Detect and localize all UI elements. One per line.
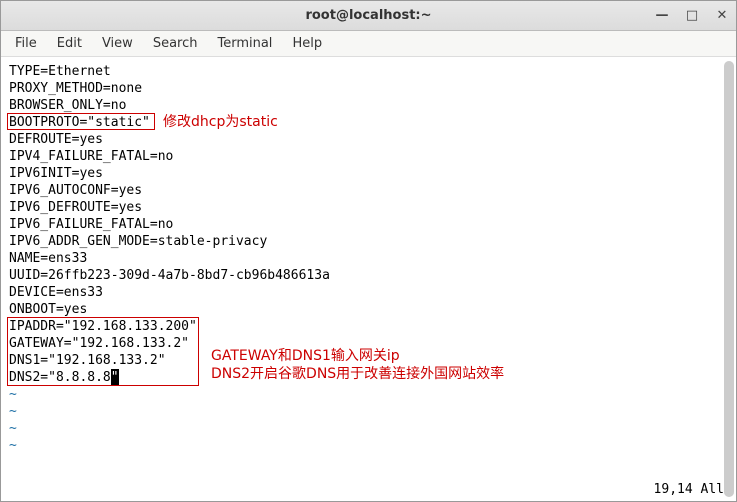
config-line: PROXY_METHOD=none bbox=[9, 81, 142, 96]
window-title: root@localhost:~ bbox=[1, 8, 736, 23]
window-controls: — □ ✕ bbox=[654, 8, 730, 24]
scroll-indicator: All bbox=[701, 482, 724, 497]
menu-file[interactable]: File bbox=[7, 33, 45, 54]
maximize-button[interactable]: □ bbox=[684, 8, 700, 24]
config-line: DEFROUTE=yes bbox=[9, 132, 103, 147]
config-line: IPV6_FAILURE_FATAL=no bbox=[9, 217, 173, 232]
menu-terminal[interactable]: Terminal bbox=[209, 33, 280, 54]
vim-status-line: 19,14 All bbox=[654, 482, 724, 497]
menu-help[interactable]: Help bbox=[284, 33, 330, 54]
scrollbar[interactable] bbox=[724, 61, 734, 497]
vim-tilde: ~ bbox=[9, 387, 17, 402]
config-line: IPV6INIT=yes bbox=[9, 166, 103, 181]
vim-tilde: ~ bbox=[9, 404, 17, 419]
menu-search[interactable]: Search bbox=[145, 33, 206, 54]
menu-bar: File Edit View Search Terminal Help bbox=[1, 31, 736, 57]
config-line: DEVICE=ens33 bbox=[9, 285, 103, 300]
vim-tilde: ~ bbox=[9, 421, 17, 436]
config-line-dns1: DNS1="192.168.133.2" bbox=[9, 353, 166, 368]
menu-edit[interactable]: Edit bbox=[49, 33, 90, 54]
config-line: IPV6_ADDR_GEN_MODE=stable-privacy bbox=[9, 234, 267, 249]
config-line: TYPE=Ethernet bbox=[9, 64, 111, 79]
close-button[interactable]: ✕ bbox=[714, 8, 730, 24]
cursor: " bbox=[111, 369, 119, 386]
minimize-button[interactable]: — bbox=[654, 8, 670, 24]
window-titlebar: root@localhost:~ — □ ✕ bbox=[1, 1, 736, 31]
terminal-content: TYPE=Ethernet PROXY_METHOD=none BROWSER_… bbox=[1, 57, 736, 460]
menu-view[interactable]: View bbox=[94, 33, 141, 54]
annotation-network-line2: DNS2开启谷歌DNS用于改善连接外国网站效率 bbox=[211, 365, 504, 383]
config-line-ipaddr: IPADDR="192.168.133.200" bbox=[9, 319, 197, 334]
cursor-position: 19,14 bbox=[654, 482, 693, 497]
config-line: UUID=26ffb223-309d-4a7b-8bd7-cb96b486613… bbox=[9, 268, 330, 283]
config-line: IPV6_AUTOCONF=yes bbox=[9, 183, 142, 198]
annotation-network-line1: GATEWAY和DNS1输入网关ip bbox=[211, 347, 504, 365]
vim-tilde: ~ bbox=[9, 438, 17, 453]
config-line: ONBOOT=yes bbox=[9, 302, 87, 317]
annotation-network: GATEWAY和DNS1输入网关ip DNS2开启谷歌DNS用于改善连接外国网站… bbox=[211, 347, 504, 383]
scrollbar-thumb[interactable] bbox=[724, 61, 734, 497]
config-line: IPV6_DEFROUTE=yes bbox=[9, 200, 142, 215]
config-line-dns2: DNS2="8.8.8.8 bbox=[9, 370, 111, 385]
annotation-bootproto: 修改dhcp为static bbox=[163, 113, 278, 131]
config-line: NAME=ens33 bbox=[9, 251, 87, 266]
config-line: IPV4_FAILURE_FATAL=no bbox=[9, 149, 173, 164]
config-line: BROWSER_ONLY=no bbox=[9, 98, 126, 113]
config-line-gateway: GATEWAY="192.168.133.2" bbox=[9, 336, 189, 351]
terminal-area[interactable]: TYPE=Ethernet PROXY_METHOD=none BROWSER_… bbox=[1, 57, 736, 501]
config-line-bootproto: BOOTPROTO="static" bbox=[9, 115, 150, 130]
